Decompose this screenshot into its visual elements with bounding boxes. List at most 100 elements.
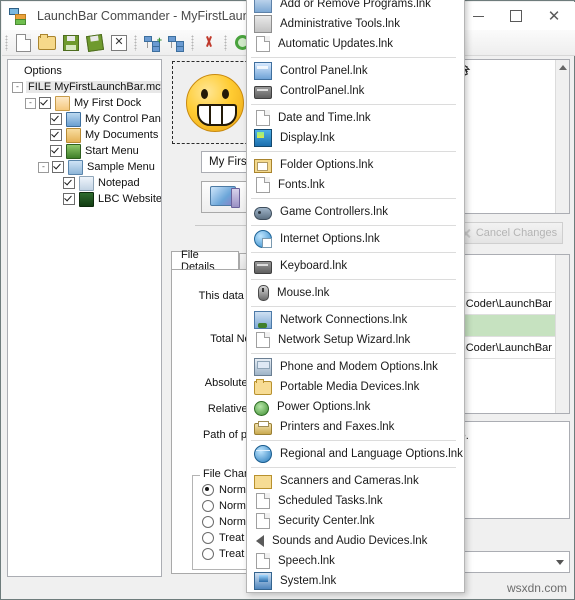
radio-icon (202, 500, 214, 512)
tree-node-3[interactable]: My Control Panel (12, 111, 161, 127)
control-panel-icon (66, 111, 81, 127)
menu-separator (251, 198, 456, 199)
tree-node-4[interactable]: My Documents (12, 127, 161, 143)
save-file-button[interactable] (59, 32, 83, 54)
menu-item-label: Speech.lnk (278, 555, 335, 567)
new-file-button[interactable] (11, 32, 35, 54)
cut-button[interactable] (197, 32, 221, 54)
path-list-scrollbar[interactable] (555, 255, 569, 413)
toolbar-grip[interactable] (5, 34, 8, 51)
toolbar-grip-2[interactable] (134, 34, 137, 51)
project-tree-panel[interactable]: Options - FILE MyFirstLaunchBar.mcf - My Fir… (7, 59, 162, 577)
power-options-icon (254, 400, 269, 416)
folder-options-icon (254, 159, 272, 173)
close-file-button[interactable]: ✕ (107, 32, 131, 54)
watermark: wsxdn.com (506, 581, 567, 595)
menu-item-17[interactable]: Power Options.lnk (247, 397, 464, 417)
close-button[interactable]: ✕ (535, 2, 573, 30)
tree-node-checkbox[interactable] (50, 129, 62, 141)
menu-item-25[interactable]: System.lnk (247, 571, 464, 591)
tree-expander-placeholder (38, 147, 47, 156)
tree-node-checkbox[interactable] (50, 145, 62, 157)
menu-item-4[interactable]: ControlPanel.lnk (247, 81, 464, 101)
add-node-button[interactable]: + (140, 32, 164, 54)
maximize-button[interactable] (497, 2, 535, 30)
menu-item-10[interactable]: Internet Options.lnk (247, 229, 464, 249)
menu-item-label: Mouse.lnk (277, 287, 330, 299)
menu-item-16[interactable]: Portable Media Devices.lnk (247, 377, 464, 397)
tree-node-button[interactable] (164, 32, 188, 54)
tree-node-checkbox[interactable] (52, 161, 64, 173)
cancel-changes-button[interactable]: Cancel Changes (455, 222, 563, 244)
tree-node-checkbox[interactable] (39, 97, 51, 109)
keyboard-icon (254, 261, 272, 274)
menu-item-21[interactable]: Scheduled Tasks.lnk (247, 491, 464, 511)
menu-item-19[interactable]: Regional and Language Options.lnk (247, 444, 464, 464)
menu-item-11[interactable]: Keyboard.lnk (247, 256, 464, 276)
start-menu-icon (66, 143, 81, 159)
scroll-up-icon[interactable] (559, 65, 567, 70)
application-window: LaunchBar Commander - MyFirstLaunchBar.m… (0, 0, 575, 600)
menu-item-1[interactable]: Administrative Tools.lnk (247, 14, 464, 34)
blank-document-icon (256, 332, 270, 348)
menu-item-label: Display.lnk (280, 132, 335, 144)
menu-separator (251, 440, 456, 441)
right-panel: ck Cancel Changes tionCoder\LaunchBar ti… (444, 59, 570, 577)
menu-item-2[interactable]: Automatic Updates.lnk (247, 34, 464, 54)
tab-file-details[interactable]: File Details (171, 249, 239, 273)
folder-icon (254, 379, 272, 395)
menu-item-7[interactable]: Folder Options.lnk (247, 155, 464, 175)
tree-node-icon (168, 35, 184, 52)
menu-item-5[interactable]: Date and Time.lnk (247, 108, 464, 128)
tree-expander[interactable]: - (38, 161, 49, 173)
tree-node-0[interactable]: Options (12, 63, 161, 79)
menu-item-8[interactable]: Fonts.lnk (247, 175, 464, 195)
menu-item-12[interactable]: Mouse.lnk (247, 283, 464, 303)
menu-item-label: Network Setup Wizard.lnk (278, 334, 411, 346)
tree-node-label: My Control Panel (85, 113, 162, 125)
menu-item-6[interactable]: Display.lnk (247, 128, 464, 148)
tree-node-1[interactable]: - FILE MyFirstLaunchBar.mcf (12, 79, 161, 95)
toolbar-grip-4[interactable] (224, 34, 227, 51)
blank-document-icon (256, 177, 270, 193)
cancel-changes-label: Cancel Changes (475, 227, 558, 239)
tree-node-checkbox[interactable] (63, 193, 75, 205)
toolbar-grip-3[interactable] (191, 34, 194, 51)
open-folder-icon (38, 33, 56, 50)
menu-item-13[interactable]: Network Connections.lnk (247, 310, 464, 330)
shortcuts-context-menu[interactable]: Add or Remove Programs.lnk Administrative… (246, 0, 465, 593)
menu-item-23[interactable]: Sounds and Audio Devices.lnk (247, 531, 464, 551)
tree-node-checkbox[interactable] (50, 113, 62, 125)
menu-item-label: Control Panel.lnk (280, 65, 368, 77)
blank-document-icon (256, 110, 270, 126)
tree-node-7[interactable]: Notepad (12, 175, 161, 191)
launchbar-icon (9, 8, 27, 25)
tree-expander[interactable]: - (25, 97, 36, 109)
tree-node-label: My First Dock (74, 97, 142, 109)
tree-node-6[interactable]: - Sample Menu (12, 159, 161, 175)
tree-node-8[interactable]: LBC Website (12, 191, 161, 207)
open-file-button[interactable] (35, 32, 59, 54)
menu-item-9[interactable]: Game Controllers.lnk (247, 202, 464, 222)
notepad-icon (79, 175, 94, 191)
menu-item-15[interactable]: Phone and Modem Options.lnk (247, 357, 464, 377)
menu-item-0[interactable]: Add or Remove Programs.lnk (247, 0, 464, 14)
save-as-button[interactable] (83, 32, 107, 54)
menu-separator (251, 252, 456, 253)
dock-list-box[interactable]: ck (457, 59, 570, 214)
dock-list-scrollbar[interactable] (555, 60, 569, 213)
tree-node-2[interactable]: - My First Dock (12, 95, 161, 111)
tree-expander[interactable]: - (12, 81, 23, 93)
menu-item-20[interactable]: Scanners and Cameras.lnk (247, 471, 464, 491)
administrative-tools-icon (254, 15, 272, 33)
add-tree-node-icon: + (144, 35, 162, 52)
tree-node-5[interactable]: Start Menu (12, 143, 161, 159)
menu-item-3[interactable]: Control Panel.lnk (247, 61, 464, 81)
tree-node-label: Start Menu (85, 145, 139, 157)
menu-item-22[interactable]: Security Center.lnk (247, 511, 464, 531)
menu-item-18[interactable]: Printers and Faxes.lnk (247, 417, 464, 437)
menu-item-label: System.lnk (280, 575, 337, 587)
tree-node-checkbox[interactable] (63, 177, 75, 189)
menu-item-24[interactable]: Speech.lnk (247, 551, 464, 571)
menu-item-14[interactable]: Network Setup Wizard.lnk (247, 330, 464, 350)
